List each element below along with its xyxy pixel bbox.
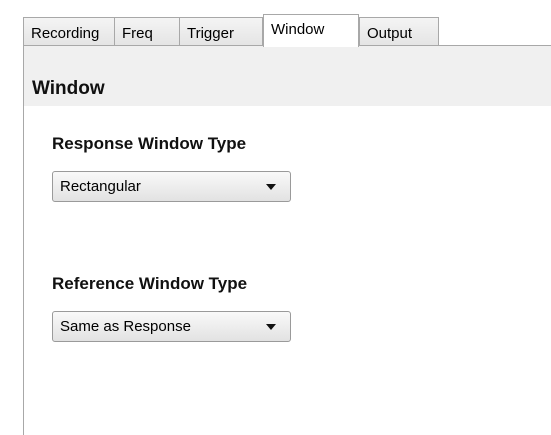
tab-trigger[interactable]: Trigger	[179, 17, 263, 46]
panel-title: Window	[32, 78, 105, 99]
tab-window[interactable]: Window	[263, 14, 359, 47]
reference-window-type-value: Same as Response	[60, 318, 191, 335]
chevron-down-icon	[266, 184, 276, 190]
reference-window-type-label: Reference Window Type	[52, 274, 248, 293]
tab-strip: Recording Freq Trigger Window Output	[23, 14, 439, 47]
tab-output[interactable]: Output	[359, 17, 439, 46]
reference-window-type-select[interactable]: Same as Response	[52, 311, 291, 342]
chevron-down-icon	[266, 324, 276, 330]
response-window-type-label: Response Window Type	[52, 134, 247, 153]
response-window-type-value: Rectangular	[60, 178, 141, 195]
tab-freq[interactable]: Freq	[114, 17, 180, 46]
tab-recording[interactable]: Recording	[23, 17, 115, 46]
window-tab-panel: Window Response Window Type Rectangular …	[23, 45, 551, 435]
response-window-type-select[interactable]: Rectangular	[52, 171, 291, 202]
